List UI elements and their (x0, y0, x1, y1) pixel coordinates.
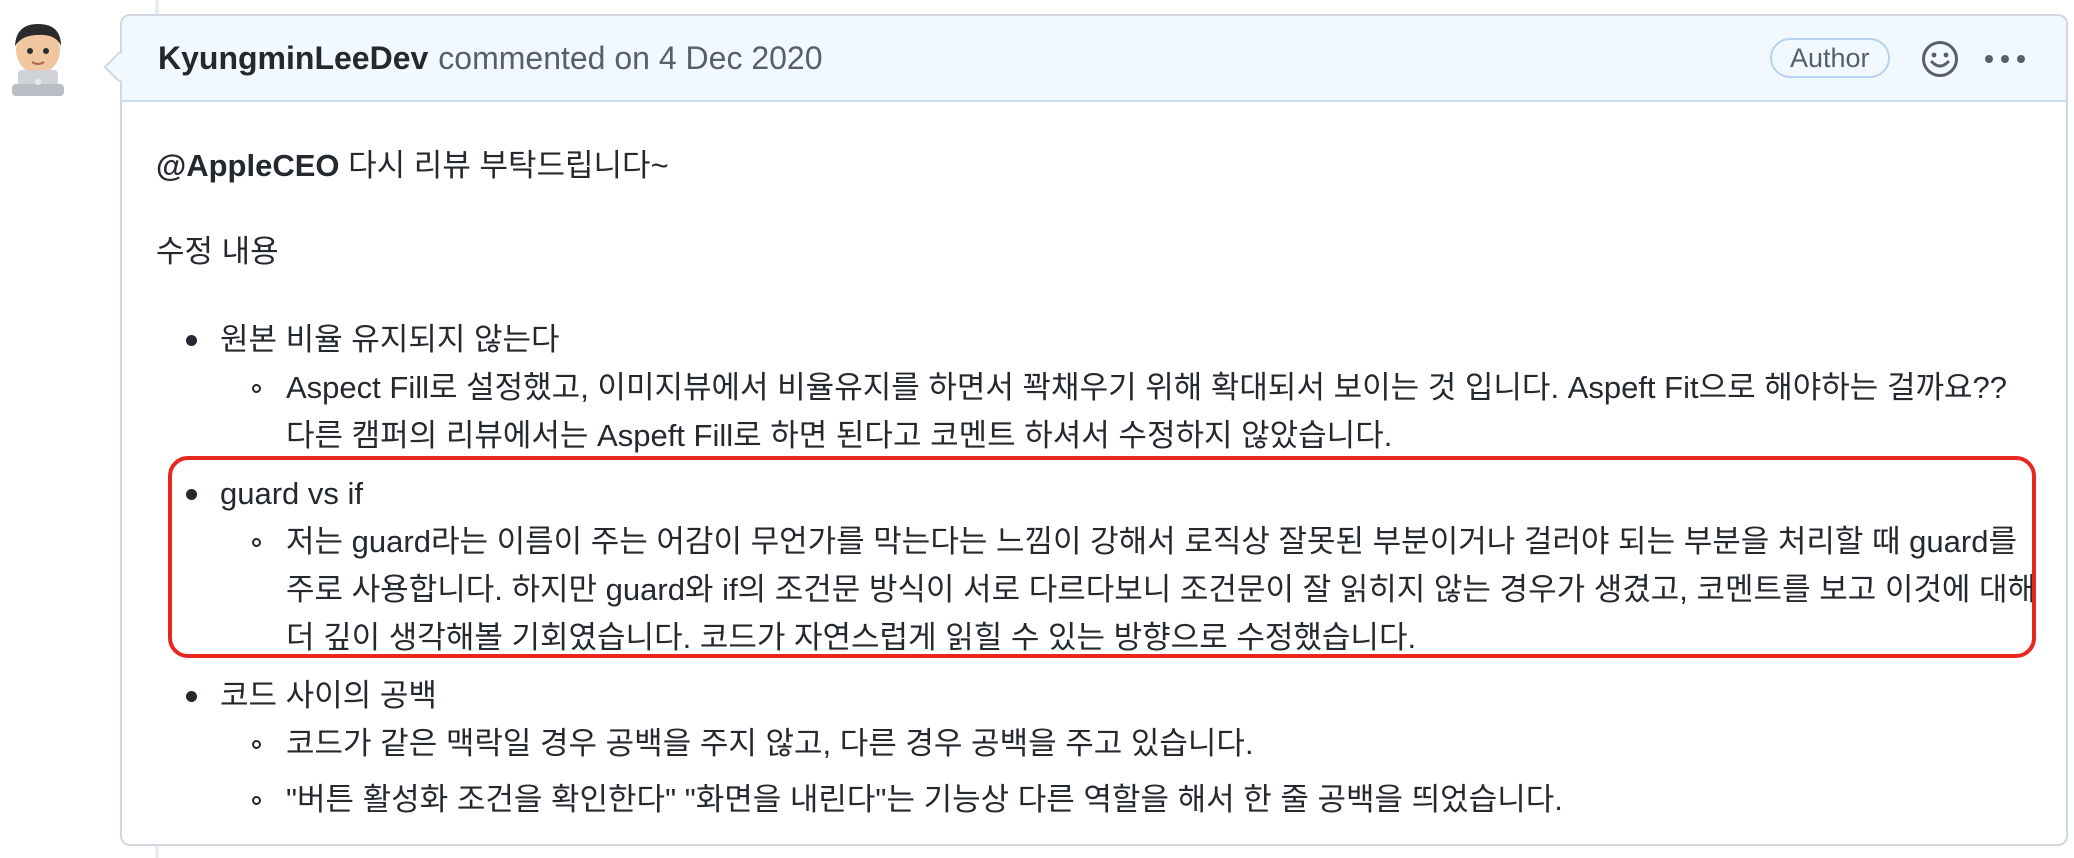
sub-item-text: Aspect Fill로 설정했고, 이미지뷰에서 비율유지를 하면서 꽉채우기… (286, 370, 2007, 453)
sub-bullet (252, 740, 261, 749)
greeting-text: 다시 리뷰 부탁드립니다~ (339, 148, 669, 183)
author-link[interactable]: KyungminLeeDev (158, 40, 428, 77)
kebab-horizontal-icon[interactable] (1984, 54, 2026, 64)
author-badge: Author (1770, 38, 1890, 78)
list-item-label: 코드 사이의 공백 (220, 678, 437, 713)
greeting-line: @AppleCEO 다시 리뷰 부탁드립니다~ (156, 142, 669, 190)
sub-bullet (252, 384, 261, 393)
user-mention[interactable]: @AppleCEO (156, 148, 340, 183)
memoji-avatar-icon (12, 24, 64, 96)
sub-item-text: "버튼 활성화 조건을 확인한다" "화면을 내린다"는 기능상 다른 역할을 … (286, 782, 1563, 817)
section-title: 수정 내용 (156, 234, 279, 269)
sub-item-text: 코드가 같은 맥락일 경우 공백을 주지 않고, 다른 경우 공백을 주고 있습… (286, 726, 1254, 761)
comment-header: KyungminLeeDev commented on 4 Dec 2020 A… (122, 16, 2066, 102)
avatar[interactable] (6, 20, 70, 98)
sub-bullet (252, 796, 261, 805)
bullet-dot (186, 691, 197, 702)
bullet-dot (186, 335, 197, 346)
comment-card: KyungminLeeDev commented on 4 Dec 2020 A… (120, 14, 2068, 846)
comment-timestamp[interactable]: commented on 4 Dec 2020 (438, 40, 822, 77)
highlight-annotation-box (168, 456, 2036, 658)
list-item-label: 원본 비율 유지되지 않는다 (220, 322, 560, 357)
smiley-icon[interactable] (1920, 39, 1960, 79)
